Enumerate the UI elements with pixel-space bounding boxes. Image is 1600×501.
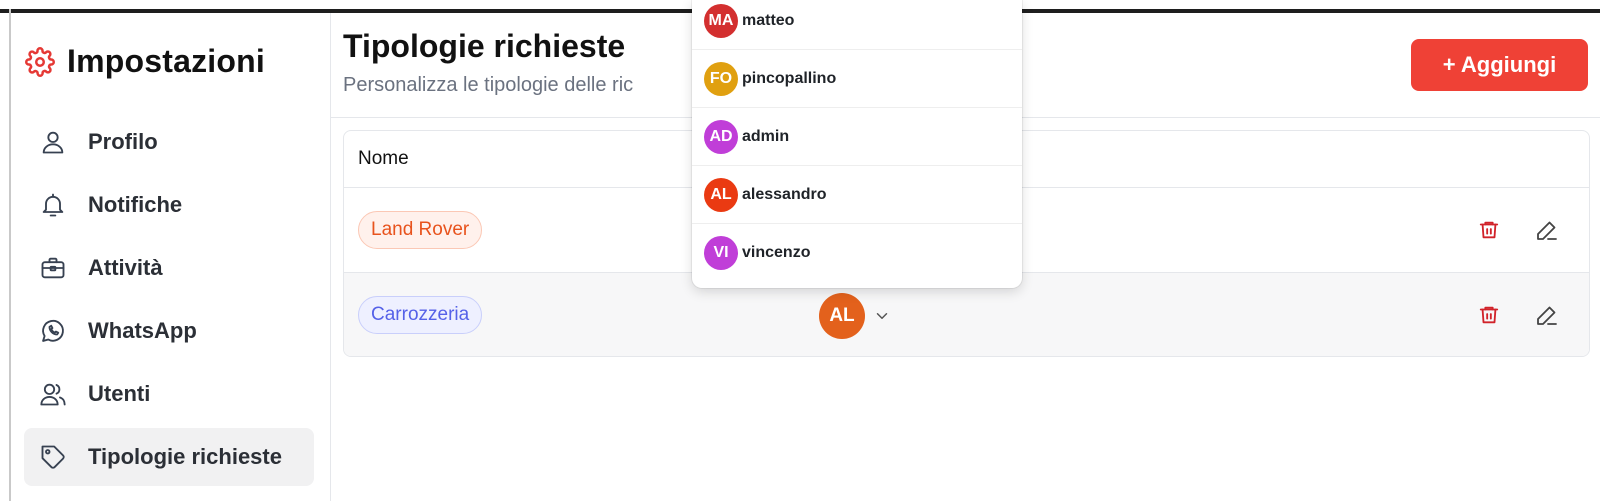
sidebar-item-label: Tipologie richieste — [88, 444, 282, 469]
sidebar-item-utenti[interactable]: Utenti — [24, 365, 314, 423]
request-type-tag: Land Rover — [358, 211, 483, 249]
dropdown-user-option[interactable]: FO pincopallino — [692, 50, 1022, 108]
user-icon — [38, 127, 68, 157]
page-title: Tipologie richieste — [343, 28, 626, 64]
settings-sidebar: Impostazioni Profilo Notifiche Attività … — [11, 13, 331, 501]
tag-icon — [38, 442, 68, 472]
sidebar-title: Impostazioni — [67, 43, 265, 79]
avatar: AL — [704, 177, 738, 212]
sidebar-header: Impostazioni — [25, 43, 265, 80]
dropdown-user-option[interactable]: VI vincenzo — [692, 224, 1022, 282]
user-name: pincopallino — [742, 69, 837, 87]
dropdown-user-option[interactable]: MA matteo — [692, 0, 1022, 50]
edit-icon[interactable] — [1533, 301, 1561, 329]
briefcase-icon — [38, 253, 68, 283]
sidebar-item-label: Attività — [88, 255, 163, 280]
user-name: alessandro — [742, 185, 827, 203]
sidebar-item-whatsapp[interactable]: WhatsApp — [24, 302, 314, 360]
sidebar-item-label: Notifiche — [88, 192, 183, 217]
sidebar-item-label: WhatsApp — [88, 318, 197, 343]
sidebar-item-label: Profilo — [88, 129, 158, 154]
avatar: MA — [704, 3, 738, 38]
dropdown-user-option[interactable]: AD admin — [692, 108, 1022, 166]
page-subtitle: Personalizza le tipologie delle ric — [343, 74, 634, 96]
users-icon — [38, 379, 68, 409]
avatar: AD — [704, 119, 738, 154]
dropdown-user-option[interactable]: AL alessandro — [692, 166, 1022, 224]
settings-nav: Profilo Notifiche Attività WhatsApp Uten… — [24, 113, 314, 491]
sidebar-item-label: Utenti — [88, 381, 151, 406]
edit-icon[interactable] — [1533, 216, 1561, 244]
user-name: admin — [742, 127, 790, 145]
avatar: FO — [704, 61, 738, 96]
row-actions — [1475, 216, 1561, 244]
sidebar-item-attivita[interactable]: Attività — [24, 239, 314, 297]
gear-icon — [25, 46, 55, 77]
sidebar-item-notifiche[interactable]: Notifiche — [24, 176, 314, 234]
column-header-nome: Nome — [358, 148, 409, 169]
bell-icon — [38, 190, 68, 220]
assignee-dropdown: MA matteo FO pincopallino AD admin AL al… — [692, 0, 1022, 288]
add-button[interactable]: + Aggiungi — [1411, 39, 1588, 91]
avatar: VI — [704, 236, 738, 270]
chevron-down-icon — [876, 313, 888, 319]
sidebar-item-tipologie-richieste[interactable]: Tipologie richieste — [24, 428, 314, 486]
trash-icon[interactable] — [1475, 216, 1503, 244]
sidebar-item-profilo[interactable]: Profilo — [24, 113, 314, 171]
user-name: matteo — [742, 11, 795, 29]
user-name: vincenzo — [742, 244, 811, 261]
whatsapp-icon — [38, 316, 68, 346]
trash-icon[interactable] — [1475, 301, 1503, 329]
request-type-tag: Carrozzeria — [358, 296, 483, 334]
assignee-selector[interactable]: AL — [819, 293, 891, 339]
avatar: AL — [819, 293, 865, 339]
row-actions — [1475, 301, 1561, 329]
